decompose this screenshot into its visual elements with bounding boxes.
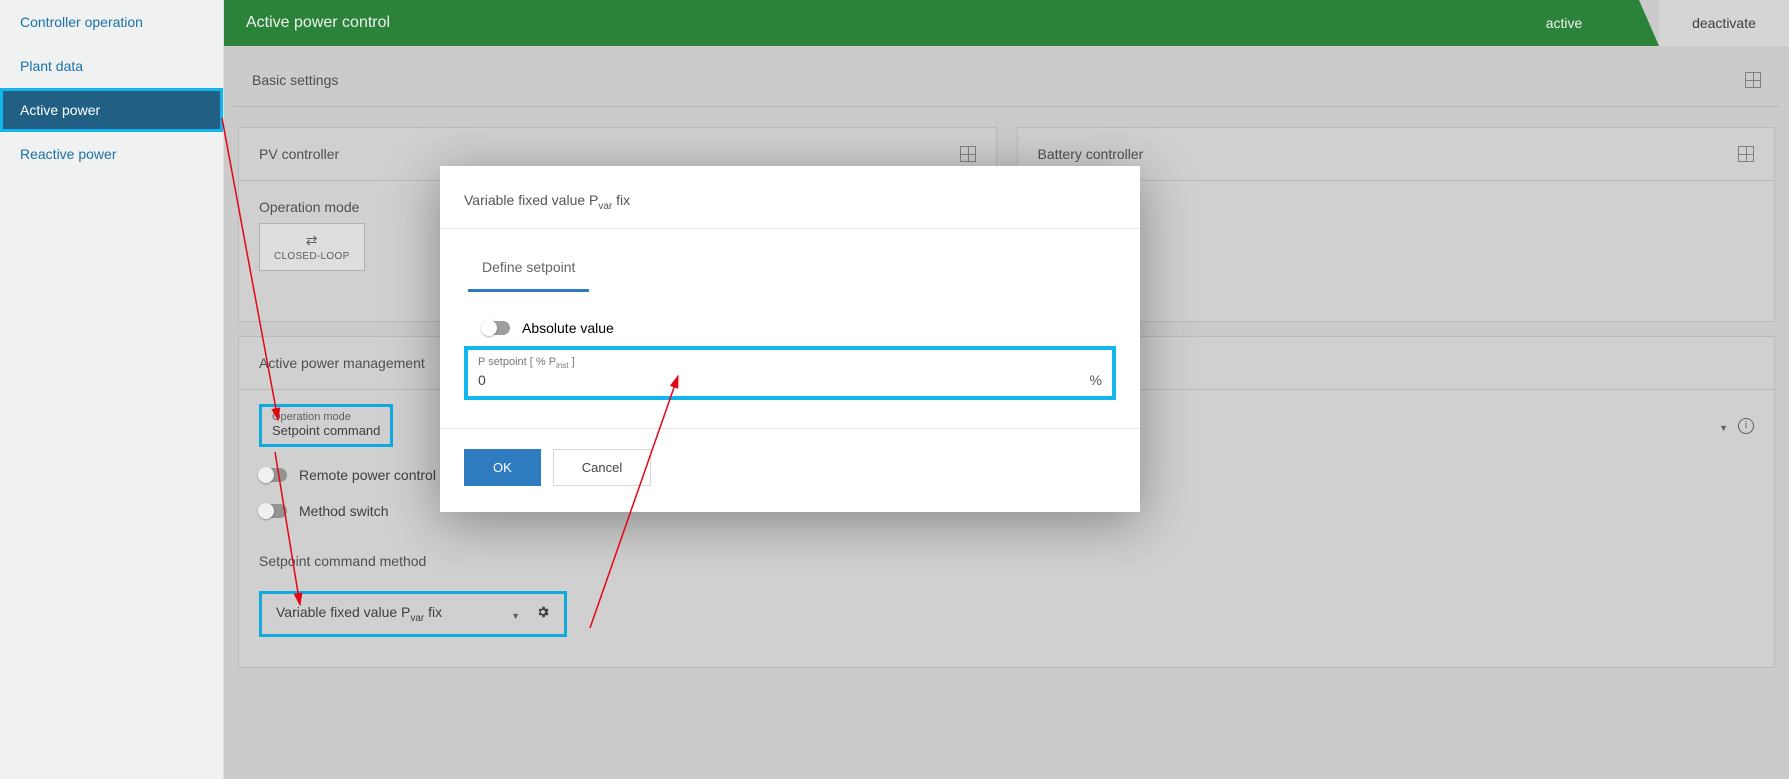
setpoint-method-label: Setpoint command method [259,553,1754,569]
deactivate-button[interactable]: deactivate [1659,0,1789,46]
basic-settings-label: Basic settings [252,72,338,88]
operation-mode-select[interactable]: Operation mode Setpoint command [259,404,393,447]
method-switch-label: Method switch [299,503,388,519]
status-active: active [1489,0,1639,46]
define-setpoint-modal: Variable fixed value Pvar fix Define set… [440,166,1140,512]
grid-icon[interactable] [1745,72,1761,88]
absolute-value-toggle[interactable] [482,321,510,335]
sidebar-item-controller-operation[interactable]: Controller operation [0,0,223,44]
closed-loop-button[interactable]: ⇄ CLOSED-LOOP [259,223,365,271]
ok-button[interactable]: OK [464,449,541,486]
setpoint-method-value: Variable fixed value Pvar fix [276,604,442,624]
setpoint-method-select[interactable]: Variable fixed value Pvar fix [259,591,567,637]
page-title: Active power control [224,0,1489,46]
p-setpoint-input[interactable]: P setpoint [ % Pinst ] 0 % [464,346,1116,400]
chevron-down-icon[interactable] [511,606,520,622]
basic-settings-header: Basic settings [234,54,1779,107]
tab-define-setpoint[interactable]: Define setpoint [468,249,589,292]
header-bar: Active power control active deactivate [224,0,1789,46]
pv-controller-title: PV controller [259,146,339,162]
chevron-down-icon[interactable] [1719,418,1728,434]
info-icon[interactable]: i [1738,418,1754,434]
p-setpoint-label: P setpoint [ % Pinst ] [478,356,1102,370]
p-setpoint-unit: % [1090,372,1102,388]
loop-icon: ⇄ [306,232,318,249]
grid-icon[interactable] [960,146,976,162]
rpc-toggle[interactable] [259,468,287,482]
cancel-button[interactable]: Cancel [553,449,651,486]
sidebar-item-plant-data[interactable]: Plant data [0,44,223,88]
sidebar: Controller operation Plant data Active p… [0,0,224,779]
modal-title: Variable fixed value Pvar fix [440,166,1140,229]
closed-loop-label: CLOSED-LOOP [274,251,350,262]
sidebar-item-reactive-power[interactable]: Reactive power [0,132,223,176]
grid-icon[interactable] [1738,146,1754,162]
gear-icon[interactable] [536,605,550,622]
sidebar-item-active-power[interactable]: Active power [0,88,223,132]
absolute-value-label: Absolute value [522,320,614,336]
p-setpoint-value: 0 [478,372,486,388]
operation-mode-value: Setpoint command [272,423,380,438]
operation-mode-small-label: Operation mode [272,411,380,423]
method-switch-toggle[interactable] [259,504,287,518]
battery-controller-title: Battery controller [1038,146,1144,162]
